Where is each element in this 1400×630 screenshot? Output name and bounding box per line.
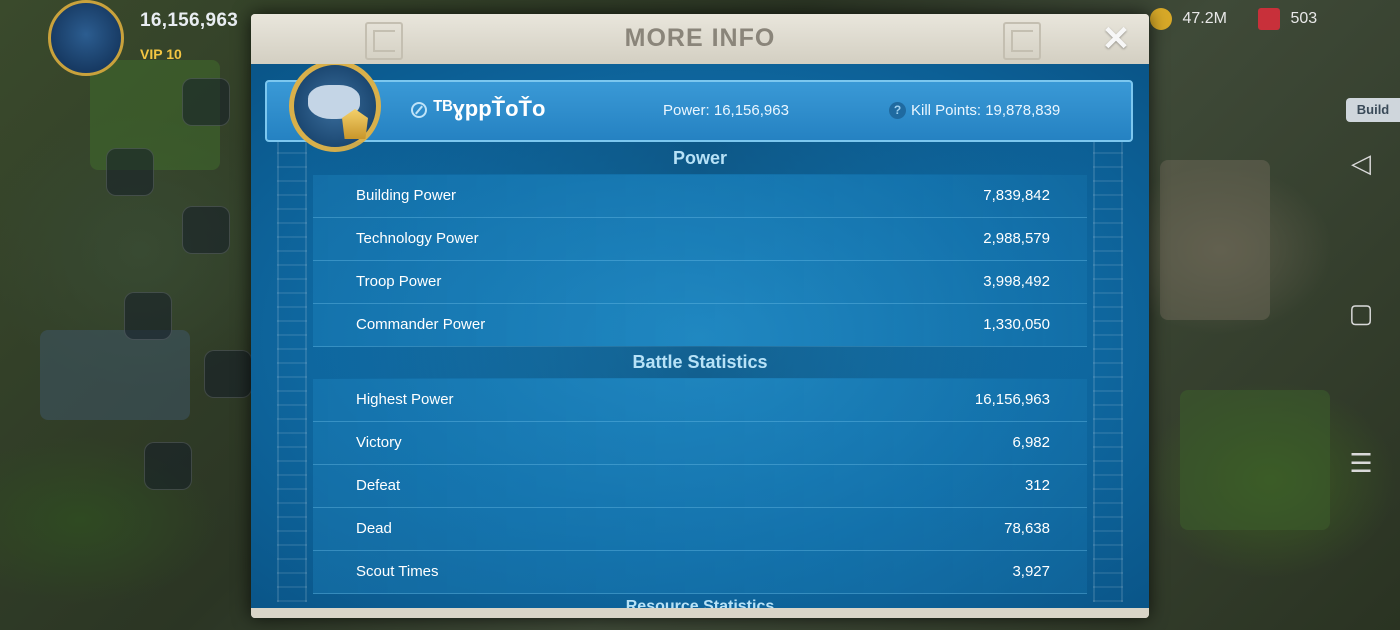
stat-label: Building Power bbox=[356, 187, 457, 204]
stat-label: Scout Times bbox=[356, 563, 439, 580]
stat-label: Highest Power bbox=[356, 391, 454, 408]
stat-row: Scout Times 3,927 bbox=[313, 551, 1087, 594]
close-button[interactable]: ✕ bbox=[1099, 22, 1133, 56]
build-button[interactable]: Build bbox=[1346, 98, 1400, 122]
stat-value: 16,156,963 bbox=[974, 391, 1050, 408]
dialog-body[interactable]: ᵀᴮɣppŤoŤo Power: 16,156,963 ? Kill Point… bbox=[251, 64, 1149, 610]
stat-value: 3,998,492 bbox=[983, 273, 1050, 290]
side-button-food[interactable] bbox=[182, 78, 230, 126]
stat-value: 6,982 bbox=[1012, 434, 1050, 451]
compass-icon bbox=[411, 102, 427, 118]
resource-gold[interactable]: 47.2M bbox=[1150, 8, 1227, 30]
stat-value: 1,330,050 bbox=[983, 316, 1050, 333]
side-button-wood[interactable] bbox=[106, 148, 154, 196]
stat-label: Troop Power bbox=[356, 273, 442, 290]
stat-row: Commander Power 1,330,050 bbox=[313, 304, 1087, 347]
resource-gems-value: 503 bbox=[1290, 10, 1318, 28]
stat-label: Commander Power bbox=[356, 316, 486, 333]
stat-value: 78,638 bbox=[1004, 520, 1050, 537]
stat-row: Defeat 312 bbox=[313, 465, 1087, 508]
stat-value: 3,927 bbox=[1012, 563, 1050, 580]
side-button-ore[interactable] bbox=[204, 350, 252, 398]
side-button-stone[interactable] bbox=[124, 292, 172, 340]
player-name: ᵀᴮɣppŤoŤo bbox=[433, 96, 546, 121]
stat-label: Dead bbox=[356, 520, 392, 537]
dialog-footer bbox=[251, 608, 1149, 618]
nav-menu-icon[interactable]: ☰ bbox=[1346, 448, 1376, 478]
player-hud[interactable]: 16,156,963 VIP 10 bbox=[48, 0, 258, 76]
side-button-log[interactable] bbox=[182, 206, 230, 254]
resource-gems[interactable]: 503 bbox=[1258, 8, 1317, 30]
building-cluster bbox=[40, 330, 190, 420]
stat-row: Technology Power 2,988,579 bbox=[313, 218, 1087, 261]
stat-label: Victory bbox=[356, 434, 402, 451]
stat-value: 7,839,842 bbox=[983, 187, 1050, 204]
player-summary: ᵀᴮɣppŤoŤo Power: 16,156,963 ? Kill Point… bbox=[265, 80, 1133, 142]
gold-coin-icon bbox=[1150, 8, 1172, 30]
resource-gold-value: 47.2M bbox=[1182, 10, 1227, 28]
stat-label: Defeat bbox=[356, 477, 401, 494]
stat-row: Troop Power 3,998,492 bbox=[313, 261, 1087, 304]
city-tower bbox=[1160, 160, 1270, 320]
help-icon[interactable]: ? bbox=[889, 102, 906, 119]
side-button-gold[interactable] bbox=[144, 442, 192, 490]
stat-row: Victory 6,982 bbox=[313, 422, 1087, 465]
vip-badge[interactable]: VIP 10 bbox=[140, 46, 182, 62]
section-power-title: Power bbox=[313, 142, 1087, 174]
stat-row: Building Power 7,839,842 bbox=[313, 175, 1087, 218]
dialog-header: MORE INFO ✕ bbox=[251, 14, 1149, 66]
nav-home-icon[interactable]: ▢ bbox=[1346, 298, 1376, 328]
stat-label: Technology Power bbox=[356, 230, 479, 247]
player-power: Power: 16,156,963 bbox=[663, 102, 789, 119]
stat-value: 2,988,579 bbox=[983, 230, 1050, 247]
gem-icon bbox=[1258, 8, 1280, 30]
player-avatar[interactable] bbox=[289, 64, 381, 152]
greek-border-right bbox=[1093, 142, 1123, 602]
hud-avatar[interactable] bbox=[48, 0, 124, 76]
player-kill-points: Kill Points: 19,878,839 bbox=[911, 102, 1061, 119]
greek-border-left bbox=[277, 142, 307, 602]
hud-power: 16,156,963 bbox=[140, 10, 239, 31]
stat-row: Highest Power 16,156,963 bbox=[313, 379, 1087, 422]
section-battle-title: Battle Statistics bbox=[313, 346, 1087, 378]
more-info-dialog: MORE INFO ✕ ᵀᴮɣppŤoŤo Power: 16,156,963 … bbox=[251, 14, 1149, 618]
forest bbox=[1180, 390, 1330, 530]
greek-ornament-icon bbox=[1003, 22, 1041, 60]
stat-value: 312 bbox=[1024, 477, 1050, 494]
nav-back-icon[interactable]: ◁ bbox=[1346, 148, 1376, 178]
stat-row: Dead 78,638 bbox=[313, 508, 1087, 551]
